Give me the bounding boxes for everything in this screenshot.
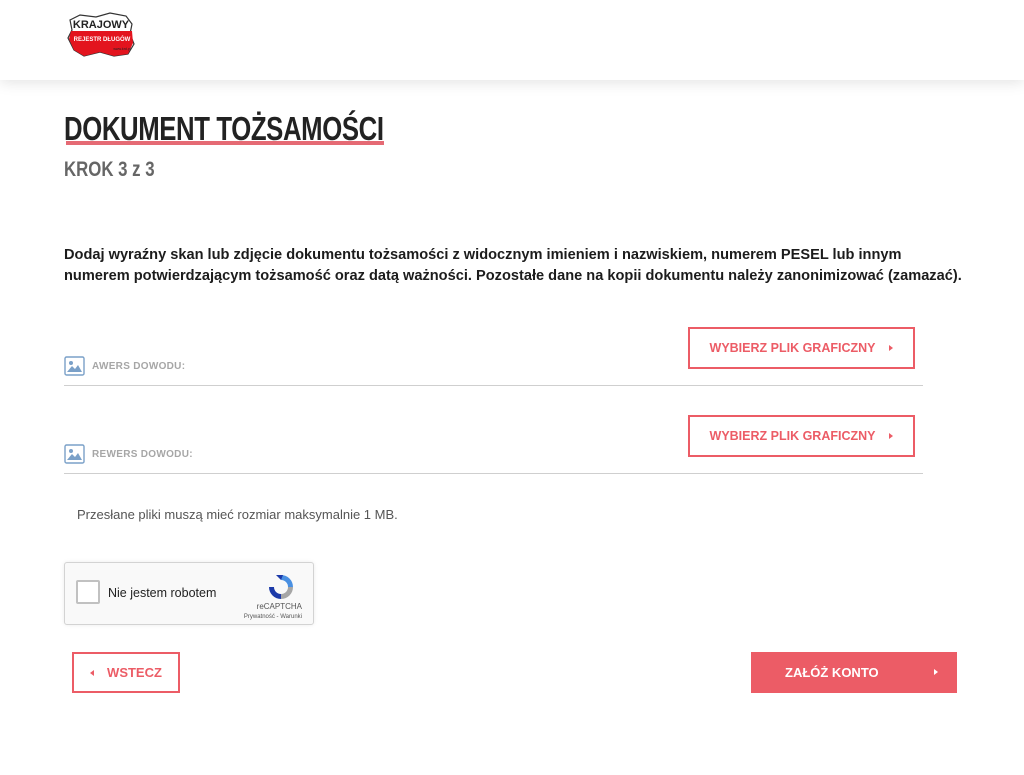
title-underline xyxy=(66,141,384,145)
chevron-right-icon xyxy=(889,433,894,439)
logo-text-line2: REJESTR DŁUGÓW xyxy=(74,35,131,43)
krd-logo[interactable]: KRAJOWY REJESTR DŁUGÓW www.krd.pl xyxy=(66,12,138,58)
logo-text-line1: KRAJOWY xyxy=(73,19,130,31)
recaptcha-links[interactable]: Prywatność - Warunki xyxy=(244,614,302,620)
upload-label-text: REWERS DOWODU: xyxy=(92,448,193,460)
chevron-left-icon xyxy=(90,669,95,676)
choose-file-button-label: WYBIERZ PLIK GRAFICZNY xyxy=(709,341,876,355)
upload-label-back: REWERS DOWODU: xyxy=(64,444,193,464)
chevron-right-icon xyxy=(934,669,938,675)
step-indicator: KROK 3 z 3 xyxy=(64,158,155,181)
back-button-label: WSTECZ xyxy=(107,665,162,680)
create-account-button-label: ZAŁÓŻ KONTO xyxy=(785,665,879,680)
choose-file-back-button[interactable]: WYBIERZ PLIK GRAFICZNY xyxy=(688,415,915,457)
choose-file-button-label: WYBIERZ PLIK GRAFICZNY xyxy=(709,429,876,443)
choose-file-front-button[interactable]: WYBIERZ PLIK GRAFICZNY xyxy=(688,327,915,369)
krd-logo-graphic: KRAJOWY REJESTR DŁUGÓW www.krd.pl xyxy=(67,12,135,57)
back-button[interactable]: WSTECZ xyxy=(72,652,180,693)
recaptcha-brand: reCAPTCHA xyxy=(256,602,302,611)
image-icon xyxy=(64,444,85,464)
recaptcha-checkbox[interactable] xyxy=(76,580,100,604)
recaptcha-icon xyxy=(269,575,293,599)
create-account-button[interactable]: ZAŁÓŻ KONTO xyxy=(751,652,957,693)
recaptcha-widget: Nie jestem robotem reCAPTCHA Prywatność … xyxy=(64,562,314,625)
instructions-text: Dodaj wyraźny skan lub zdjęcie dokumentu… xyxy=(64,247,962,284)
upload-row-back: REWERS DOWODU: WYBIERZ PLIK GRAFICZNY xyxy=(64,414,923,474)
file-size-note: Przesłane pliki muszą mieć rozmiar maksy… xyxy=(77,507,398,522)
recaptcha-label: Nie jestem robotem xyxy=(108,586,217,600)
chevron-right-icon xyxy=(889,345,894,351)
upload-row-front: AWERS DOWODU: WYBIERZ PLIK GRAFICZNY xyxy=(64,326,923,386)
image-icon xyxy=(64,356,85,376)
upload-label-front: AWERS DOWODU: xyxy=(64,356,185,376)
top-header: KRAJOWY REJESTR DŁUGÓW www.krd.pl xyxy=(0,0,1024,80)
upload-label-text: AWERS DOWODU: xyxy=(92,360,186,372)
logo-text-line3: www.krd.pl xyxy=(113,47,131,51)
